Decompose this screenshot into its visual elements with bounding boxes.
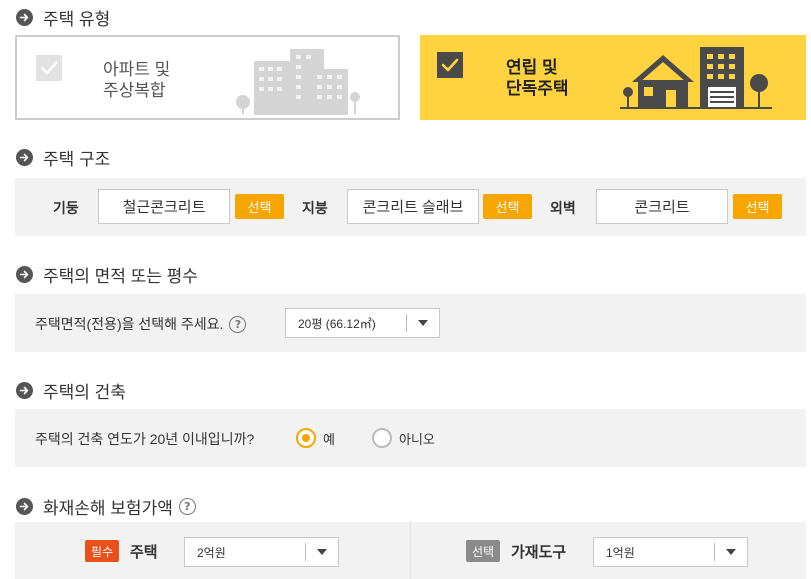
house-amount-value: 2억원 [197, 545, 226, 560]
chevron-down-icon [715, 549, 747, 555]
housing-type-villa[interactable]: 연립 및 단독주택 [420, 35, 806, 120]
apartment-building-icon [236, 49, 360, 115]
area-dropdown-value: 20평 (66.12㎡) [298, 316, 376, 331]
help-icon[interactable]: ? [178, 498, 196, 515]
section-title-insurance: 화재손해 보험가액 ? [16, 494, 196, 519]
arrow-right-circle-icon [16, 149, 33, 166]
housing-type-label: 연립 및 단독주택 [506, 58, 569, 98]
arrow-right-circle-icon [16, 9, 33, 26]
section-title-area: 주택의 면적 또는 평수 [16, 262, 198, 287]
wall-field[interactable]: 콘크리트 [596, 189, 728, 224]
housing-type-apartment[interactable]: 아파트 및 주상복합 [15, 35, 400, 120]
section-title-label: 주택 구조 [43, 150, 111, 169]
section-title-label: 주택 유형 [43, 10, 111, 29]
wall-select-button[interactable]: 선택 [733, 194, 782, 219]
chevron-down-icon [306, 549, 338, 555]
arrow-right-circle-icon [16, 498, 33, 515]
checkbox-icon[interactable] [437, 52, 463, 78]
pillar-label: 기둥 [53, 200, 79, 216]
section-title-label: 주택의 건축 [43, 383, 126, 402]
help-icon[interactable]: ? [229, 315, 247, 333]
roof-label: 지붕 [302, 200, 328, 216]
insurance-panel: 필수 주택 2억원 선택 가재도구 1억원 [15, 522, 806, 579]
area-dropdown[interactable]: 20평 (66.12㎡) [285, 308, 440, 338]
required-badge: 필수 [85, 540, 120, 562]
optional-badge: 선택 [466, 540, 501, 562]
area-panel: 주택면적(전용)을 선택해 주세요. ? 20평 (66.12㎡) [15, 294, 806, 352]
build-question: 주택의 건축 연도가 20년 이내입니까? [35, 431, 255, 447]
arrow-right-circle-icon [16, 382, 33, 399]
house-label: 주택 [130, 544, 158, 561]
section-title-label: 화재손해 보험가액 [43, 499, 173, 518]
furniture-amount-value: 1억원 [606, 545, 635, 560]
section-title-label: 주택의 면적 또는 평수 [43, 267, 198, 286]
section-title-build: 주택의 건축 [16, 378, 126, 403]
chevron-down-icon [407, 320, 439, 326]
pillar-field[interactable]: 철근콘크리트 [98, 189, 230, 224]
structure-panel: 기둥 철근콘크리트 선택 지붕 콘크리트 슬래브 선택 외벽 콘크리트 선택 [15, 178, 806, 236]
area-question: 주택면적(전용)을 선택해 주세요. ? [35, 314, 247, 334]
radio-yes[interactable]: 예 [296, 428, 335, 448]
arrow-right-circle-icon [16, 266, 33, 283]
furniture-label: 가재도구 [511, 544, 567, 561]
housing-type-label: 아파트 및 주상복합 [103, 60, 171, 100]
build-panel: 주택의 건축 연도가 20년 이내입니까? 예 아니오 [15, 409, 806, 467]
house-amount-dropdown[interactable]: 2억원 [184, 537, 339, 567]
pillar-select-button[interactable]: 선택 [235, 194, 284, 219]
section-title-type: 주택 유형 [16, 5, 110, 30]
furniture-amount-dropdown[interactable]: 1억원 [593, 537, 748, 567]
wall-label: 외벽 [550, 200, 576, 216]
house-icon [620, 47, 772, 109]
roof-select-button[interactable]: 선택 [483, 194, 532, 219]
checkbox-icon[interactable] [36, 55, 62, 81]
section-title-structure: 주택 구조 [16, 145, 110, 170]
roof-field[interactable]: 콘크리트 슬래브 [347, 189, 479, 224]
radio-no[interactable]: 아니오 [372, 428, 435, 448]
divider [410, 522, 411, 579]
